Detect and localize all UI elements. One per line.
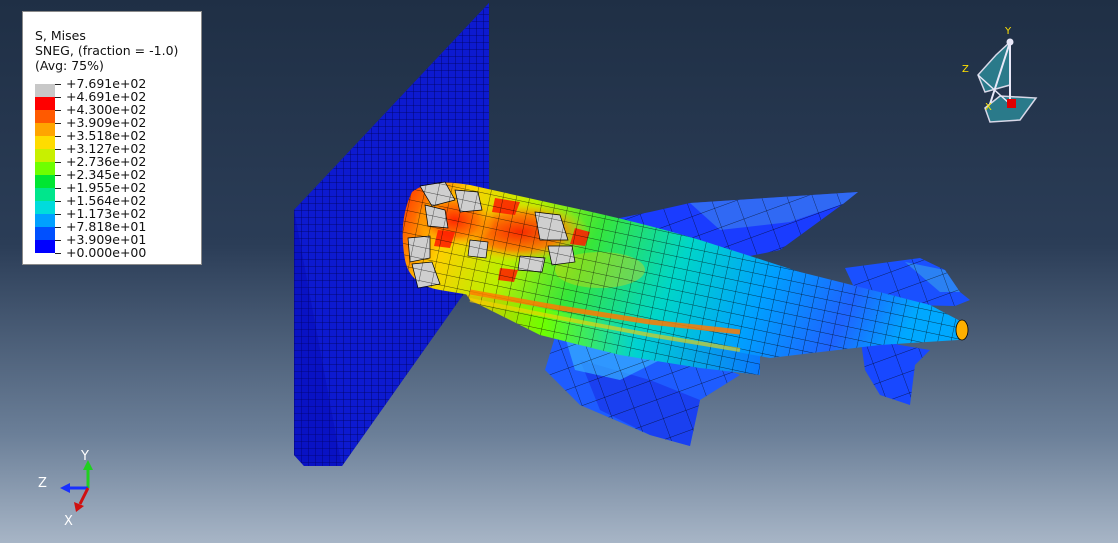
- legend-swatch: [35, 240, 55, 253]
- legend-tick: [55, 214, 61, 215]
- legend-tick: [55, 162, 61, 163]
- legend-swatch: [35, 123, 55, 136]
- legend-tick: [55, 227, 61, 228]
- legend-averaging: (Avg: 75%): [35, 58, 104, 73]
- legend-tick: [55, 188, 61, 189]
- legend-tick: [55, 175, 61, 176]
- contour-legend: S, Mises SNEG, (fraction = -1.0) (Avg: 7…: [22, 11, 202, 265]
- legend-tick: [55, 123, 61, 124]
- legend-swatch: [35, 162, 55, 175]
- legend-swatch: [35, 84, 55, 97]
- legend-tick: [55, 110, 61, 111]
- aircraft-mesh[interactable]: [402, 181, 970, 446]
- legend-swatch: [35, 149, 55, 162]
- legend-swatch: [35, 227, 55, 240]
- legend-tick: [55, 240, 61, 241]
- legend-tick: [55, 149, 61, 150]
- legend-swatch: [35, 175, 55, 188]
- view-cube-y-label: Y: [1004, 26, 1012, 37]
- axis-triad: Y Z X: [38, 449, 93, 529]
- legend-swatch: [35, 188, 55, 201]
- legend-value-label: +0.000e+00: [66, 245, 147, 260]
- legend-tick: [55, 84, 61, 85]
- view-cube-x-label: X: [985, 102, 992, 113]
- legend-tick: [55, 136, 61, 137]
- legend-section-point: SNEG, (fraction = -1.0): [35, 43, 179, 58]
- triad-z-label: Z: [38, 476, 47, 491]
- view-cube[interactable]: Y Z X: [962, 26, 1038, 123]
- legend-variable: S, Mises: [35, 28, 86, 43]
- legend-tick: [55, 253, 61, 254]
- legend-tick: [55, 201, 61, 202]
- triad-x-label: X: [64, 514, 73, 529]
- legend-tick: [55, 97, 61, 98]
- legend-swatch: [35, 97, 55, 110]
- triad-y-label: Y: [80, 449, 89, 464]
- view-cube-z-label: Z: [962, 64, 969, 75]
- legend-swatch: [35, 136, 55, 149]
- legend-swatch: [35, 110, 55, 123]
- legend-swatch: [35, 201, 55, 214]
- legend-swatch: [35, 214, 55, 227]
